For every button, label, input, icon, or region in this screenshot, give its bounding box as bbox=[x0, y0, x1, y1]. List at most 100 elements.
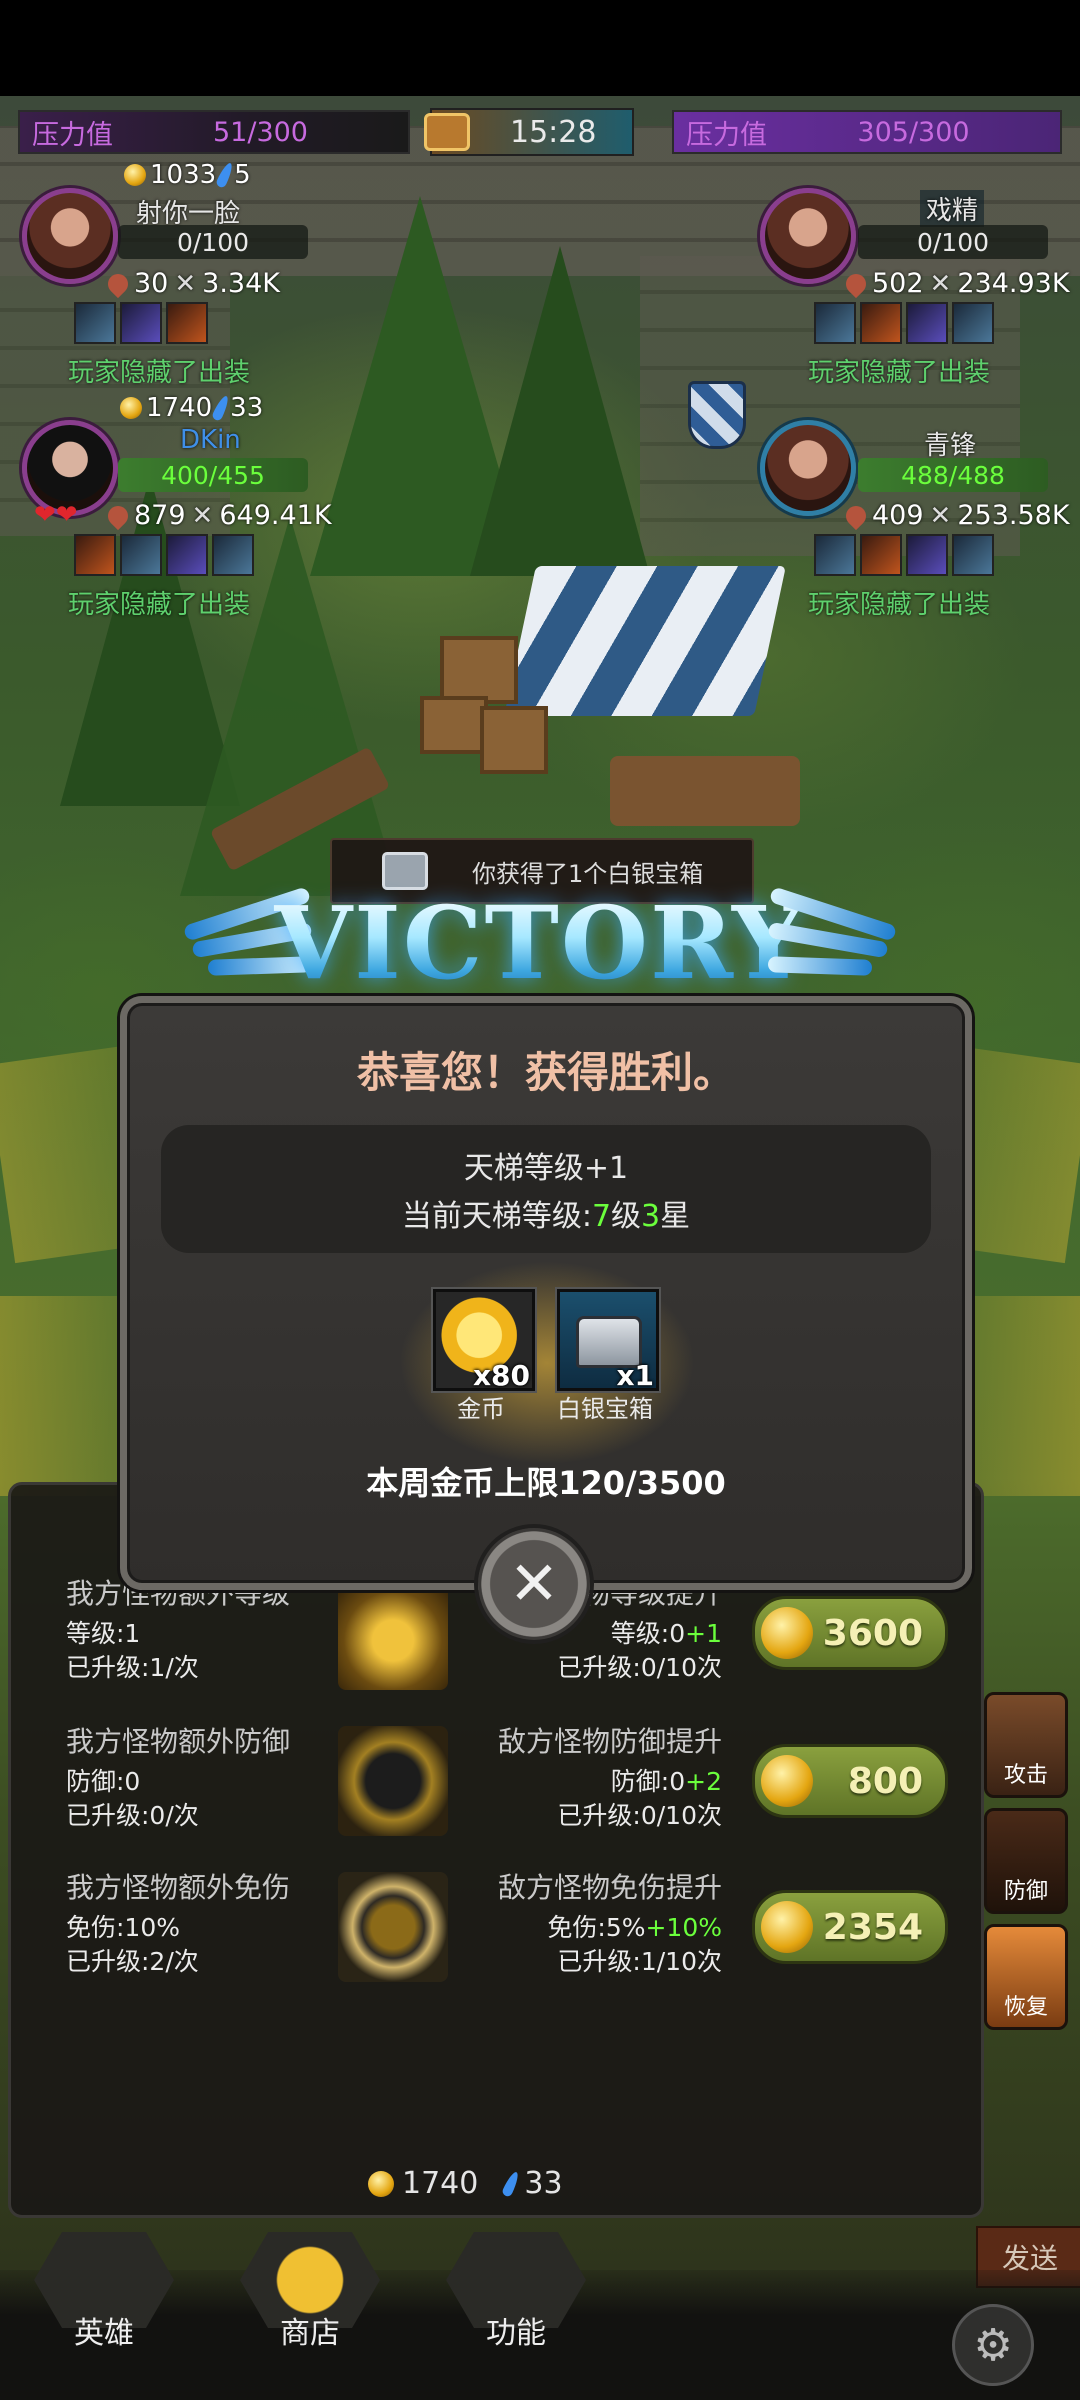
player-balance: 1740 33 bbox=[368, 2166, 563, 2201]
player-avatar[interactable] bbox=[22, 188, 118, 284]
equipment-slot bbox=[906, 534, 948, 576]
power-value: 879 bbox=[134, 500, 186, 531]
crate bbox=[480, 706, 548, 774]
equipment-slot bbox=[212, 534, 254, 576]
equipment-slot bbox=[74, 302, 116, 344]
heart-icons: ❤❤ bbox=[34, 500, 78, 530]
lion-shield-icon bbox=[338, 1872, 448, 1982]
attack-icon: ✕ bbox=[929, 268, 952, 299]
player-stats: 30 ✕ 3.34K bbox=[103, 268, 280, 299]
equipment-slot bbox=[120, 534, 162, 576]
gem-amount: 33 bbox=[230, 393, 264, 423]
value-delta: +2 bbox=[685, 1767, 722, 1796]
nav-hero[interactable]: 英雄 bbox=[14, 2232, 194, 2352]
value-base: 免伤:5% bbox=[547, 1913, 646, 1942]
upgrade-right-title: 敌方怪物防御提升 bbox=[497, 1725, 722, 1758]
value-delta: +10% bbox=[645, 1913, 722, 1942]
nav-function[interactable]: 功能 bbox=[426, 2232, 606, 2352]
attack-icon: ✕ bbox=[174, 268, 197, 299]
guild-shield-icon bbox=[688, 381, 746, 449]
power-icon bbox=[841, 501, 871, 530]
gem-feather-icon bbox=[501, 2169, 522, 2198]
power-icon bbox=[841, 269, 871, 298]
ladder-current-text: 当前天梯等级:7级3星 bbox=[161, 1191, 931, 1235]
attack-value: 649.41K bbox=[219, 500, 332, 531]
silver-chest-icon: x1 bbox=[557, 1289, 659, 1392]
reward-label: 白银宝箱 bbox=[557, 1395, 653, 1423]
equipment-slots bbox=[814, 534, 994, 576]
upgrade-right-value: 防御:0+2 bbox=[496, 1762, 722, 1798]
gold-amount: 1033 bbox=[150, 160, 217, 190]
nav-shop[interactable]: 商店 bbox=[220, 2232, 400, 2352]
value-base: 防御:0 bbox=[610, 1767, 686, 1796]
defense-side-button[interactable]: 防御 bbox=[984, 1808, 1068, 1914]
cost-value: 800 bbox=[847, 1760, 923, 1802]
ladder-level-unit: 级 bbox=[611, 1199, 642, 1234]
upgrade-right-count: 已升级:0/10次 bbox=[557, 1801, 722, 1830]
value-delta: +1 bbox=[685, 1619, 722, 1648]
attack-icon: ✕ bbox=[191, 500, 214, 531]
player-stats: 502 ✕ 234.93K bbox=[841, 268, 1070, 299]
equipment-slot bbox=[166, 302, 208, 344]
player-avatar[interactable] bbox=[760, 420, 856, 516]
reward-count: x1 bbox=[616, 1359, 654, 1392]
equipment-slot bbox=[814, 534, 856, 576]
ladder-stars: 3 bbox=[641, 1199, 661, 1234]
upgrade-left-count: 已升级:1/次 bbox=[66, 1653, 199, 1682]
victory-banner: VICTORY bbox=[0, 886, 1080, 998]
player-avatar[interactable] bbox=[760, 188, 856, 284]
gem-feather-icon bbox=[211, 394, 232, 422]
victory-title: VICTORY bbox=[0, 888, 1080, 998]
power-icon bbox=[103, 501, 133, 530]
upgrade-left-count: 已升级:0/次 bbox=[66, 1801, 199, 1830]
dialog-title: 恭喜您！获得胜利。 bbox=[356, 1048, 735, 1097]
ladder-level: 7 bbox=[591, 1199, 612, 1234]
power-icon bbox=[103, 269, 133, 298]
player-stats: 409 ✕ 253.58K bbox=[841, 500, 1070, 531]
close-button[interactable]: ✕ bbox=[478, 1528, 590, 1640]
upgrade-right-value: 免伤:5%+10% bbox=[496, 1908, 722, 1944]
heal-side-button[interactable]: 恢复 bbox=[984, 1924, 1068, 2030]
power-value: 409 bbox=[872, 500, 924, 531]
attack-side-button[interactable]: 攻击 bbox=[984, 1692, 1068, 1798]
chest-icon bbox=[424, 113, 470, 151]
upgrade-left-title: 我方怪物额外免伤 bbox=[66, 1871, 291, 1904]
gold-coin-icon bbox=[761, 1607, 813, 1659]
round-timer: 15:28 bbox=[424, 108, 634, 156]
gold-coin-icon: x80 bbox=[433, 1289, 535, 1392]
upgrade-cost-button[interactable]: 800 bbox=[752, 1744, 948, 1818]
upgrade-right-count: 已升级:1/10次 bbox=[557, 1947, 722, 1976]
market-stall bbox=[610, 756, 800, 826]
defense-shield-icon bbox=[338, 1726, 448, 1836]
pressure-value: 51/300 bbox=[213, 116, 308, 148]
attack-icon: ✕ bbox=[929, 500, 952, 531]
weekly-gold-cap: 本周金币上限120/3500 bbox=[366, 1464, 726, 1502]
equipment-slots bbox=[814, 302, 994, 344]
hidden-gear-text: 玩家隐藏了出装 bbox=[68, 590, 251, 620]
player-currency: 1033 5 bbox=[124, 160, 251, 190]
left-pressure-bar: 压力值 51/300 bbox=[18, 110, 410, 154]
gold-coin-icon bbox=[124, 164, 146, 186]
equipment-slots bbox=[74, 302, 208, 344]
equipment-slot bbox=[814, 302, 856, 344]
player-currency: 1740 33 bbox=[120, 393, 263, 423]
timer-value: 15:28 bbox=[510, 114, 597, 150]
reward-label: 金币 bbox=[457, 1395, 505, 1423]
upgrade-left-value: 等级:1 bbox=[66, 1619, 141, 1648]
upgrade-cost-button[interactable]: 3600 bbox=[752, 1596, 948, 1670]
attack-value: 253.58K bbox=[957, 500, 1070, 531]
reward-count: x80 bbox=[472, 1359, 530, 1392]
side-button-label: 攻击 bbox=[1003, 1763, 1048, 1788]
settings-gear-icon[interactable]: ⚙ bbox=[952, 2304, 1034, 2386]
nav-label: 商店 bbox=[280, 2316, 340, 2351]
gold-coin-icon bbox=[368, 2170, 394, 2197]
upgrade-cost-button[interactable]: 2354 bbox=[752, 1890, 948, 1964]
ladder-prefix: 当前天梯等级: bbox=[401, 1199, 592, 1234]
crate bbox=[420, 696, 488, 754]
player-hp-bar: 488/488 bbox=[858, 458, 1048, 492]
victory-dialog: 恭喜您！获得胜利。 天梯等级+1 当前天梯等级:7级3星 x80 金币 x1 白… bbox=[120, 996, 972, 1590]
level-up-arrow-icon bbox=[338, 1580, 448, 1690]
equipment-slot bbox=[952, 534, 994, 576]
gem-balance: 33 bbox=[524, 2166, 563, 2201]
equipment-slot bbox=[952, 302, 994, 344]
